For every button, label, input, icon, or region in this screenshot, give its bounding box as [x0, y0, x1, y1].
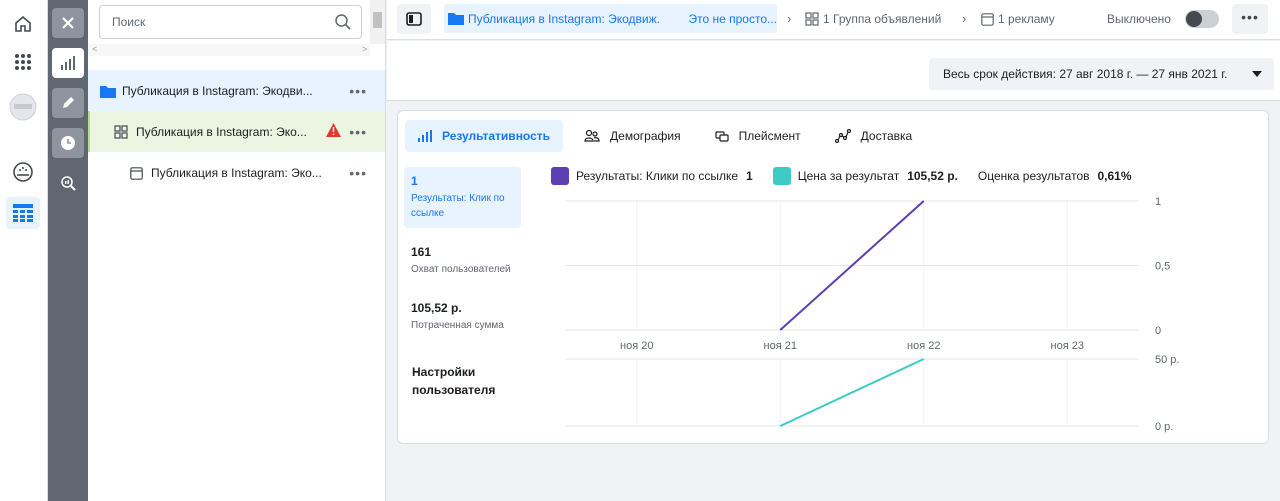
- scroll-left-arrow[interactable]: <: [92, 44, 97, 54]
- x-tick-label: ноя 20: [620, 340, 653, 352]
- status-toggle[interactable]: [1185, 10, 1219, 28]
- x-tick-label: ноя 21: [764, 340, 797, 352]
- breadcrumb-campaign[interactable]: Публикация в Instagram: Экодвиж. Это не …: [444, 4, 777, 33]
- series-line: [779, 358, 925, 427]
- ad-icon: [130, 166, 143, 180]
- toggle-panel-button[interactable]: [397, 4, 431, 34]
- search-icon[interactable]: [335, 14, 351, 33]
- header-more-button[interactable]: •••: [1232, 4, 1268, 34]
- campaign-tree-panel: < > Публикация в Instagram: Экодви... ••…: [88, 0, 386, 501]
- ads-table-icon[interactable]: [6, 197, 40, 229]
- home-icon[interactable]: [6, 8, 40, 40]
- breadcrumb-campaign-label: Публикация в Instagram: Экодвиж.: [468, 11, 660, 26]
- tree-row-ad[interactable]: Публикация в Instagram: Эко... •••: [88, 152, 385, 194]
- global-nav: [0, 0, 48, 501]
- panel-toggle-icon: [406, 12, 422, 26]
- y-tick-label: 0,5: [1155, 261, 1170, 273]
- folder-icon: [100, 85, 116, 98]
- ad-more-button[interactable]: •••: [349, 165, 367, 181]
- adset-grid-icon: [114, 125, 128, 139]
- warning-icon[interactable]: [326, 123, 341, 140]
- y-tick-label: 1: [1155, 196, 1161, 208]
- folder-icon: [448, 12, 464, 25]
- tree-scrollbar-vertical[interactable]: [370, 0, 385, 44]
- results-card: Результативность Демография Плейсмент До…: [397, 110, 1269, 444]
- clock-icon[interactable]: [52, 128, 84, 158]
- adset-label: Публикация в Instagram: Эко...: [136, 125, 307, 139]
- chevron-right-icon: ›: [962, 11, 967, 26]
- close-icon[interactable]: [52, 8, 84, 38]
- breadcrumb-campaign-suffix: Это не просто...: [688, 11, 777, 26]
- zoom-chart-icon[interactable]: [52, 168, 84, 198]
- ad-label: Публикация в Instagram: Эко...: [151, 166, 322, 180]
- tree-row-adset[interactable]: Публикация в Instagram: Эко... •••: [88, 111, 385, 153]
- caret-down-icon: [1252, 71, 1262, 77]
- search-input[interactable]: [112, 15, 312, 29]
- ad-icon: [981, 12, 994, 26]
- date-range-dropdown[interactable]: Весь срок действия: 27 авг 2018 г. — 27 …: [929, 58, 1274, 90]
- bar-chart-icon[interactable]: [52, 48, 84, 78]
- date-bar: Весь срок действия: 27 авг 2018 г. — 27 …: [387, 41, 1280, 101]
- breadcrumb-adset[interactable]: 1 Группа объявлений: [805, 12, 941, 26]
- breadcrumb-adset-label: 1 Группа объявлений: [823, 12, 942, 26]
- x-tick-label: ноя 22: [907, 340, 940, 352]
- date-range-label: Весь срок действия: 27 авг 2018 г. — 27 …: [943, 67, 1228, 81]
- status-text: Выключено: [1107, 12, 1171, 26]
- chevron-right-icon: ›: [787, 11, 792, 26]
- y-tick-label: 0 р.: [1155, 421, 1173, 433]
- pencil-icon[interactable]: [52, 88, 84, 118]
- tree-row-campaign[interactable]: Публикация в Instagram: Экодви... •••: [88, 70, 385, 112]
- breadcrumb-ad-label: 1 рекламу: [998, 12, 1055, 26]
- y-tick-label: 50 р.: [1155, 354, 1179, 366]
- adset-more-button[interactable]: •••: [349, 124, 367, 140]
- tree-scrollbar-horizontal[interactable]: < >: [88, 44, 370, 56]
- apps-grid-icon[interactable]: [6, 46, 40, 78]
- adset-grid-icon: [805, 12, 819, 26]
- campaign-label: Публикация в Instagram: Экодви...: [122, 84, 313, 98]
- x-tick-label: ноя 23: [1051, 340, 1084, 352]
- dashboard-icon[interactable]: [6, 156, 40, 188]
- campaign-more-button[interactable]: •••: [349, 83, 367, 99]
- y-tick-label: 0: [1155, 325, 1161, 337]
- performance-chart: 0 0,5 1 0 р. 50 р. ноя 20 ноя 21 ноя 22 ноя 23: [565, 196, 1179, 433]
- breadcrumb-ad[interactable]: 1 рекламу: [981, 12, 1055, 26]
- tool-rail: [48, 0, 88, 501]
- account-avatar-icon[interactable]: [6, 91, 40, 123]
- scroll-right-arrow[interactable]: >: [362, 44, 367, 54]
- breadcrumb-header: Публикация в Instagram: Экодвиж. Это не …: [387, 0, 1280, 40]
- search-box[interactable]: [99, 5, 362, 39]
